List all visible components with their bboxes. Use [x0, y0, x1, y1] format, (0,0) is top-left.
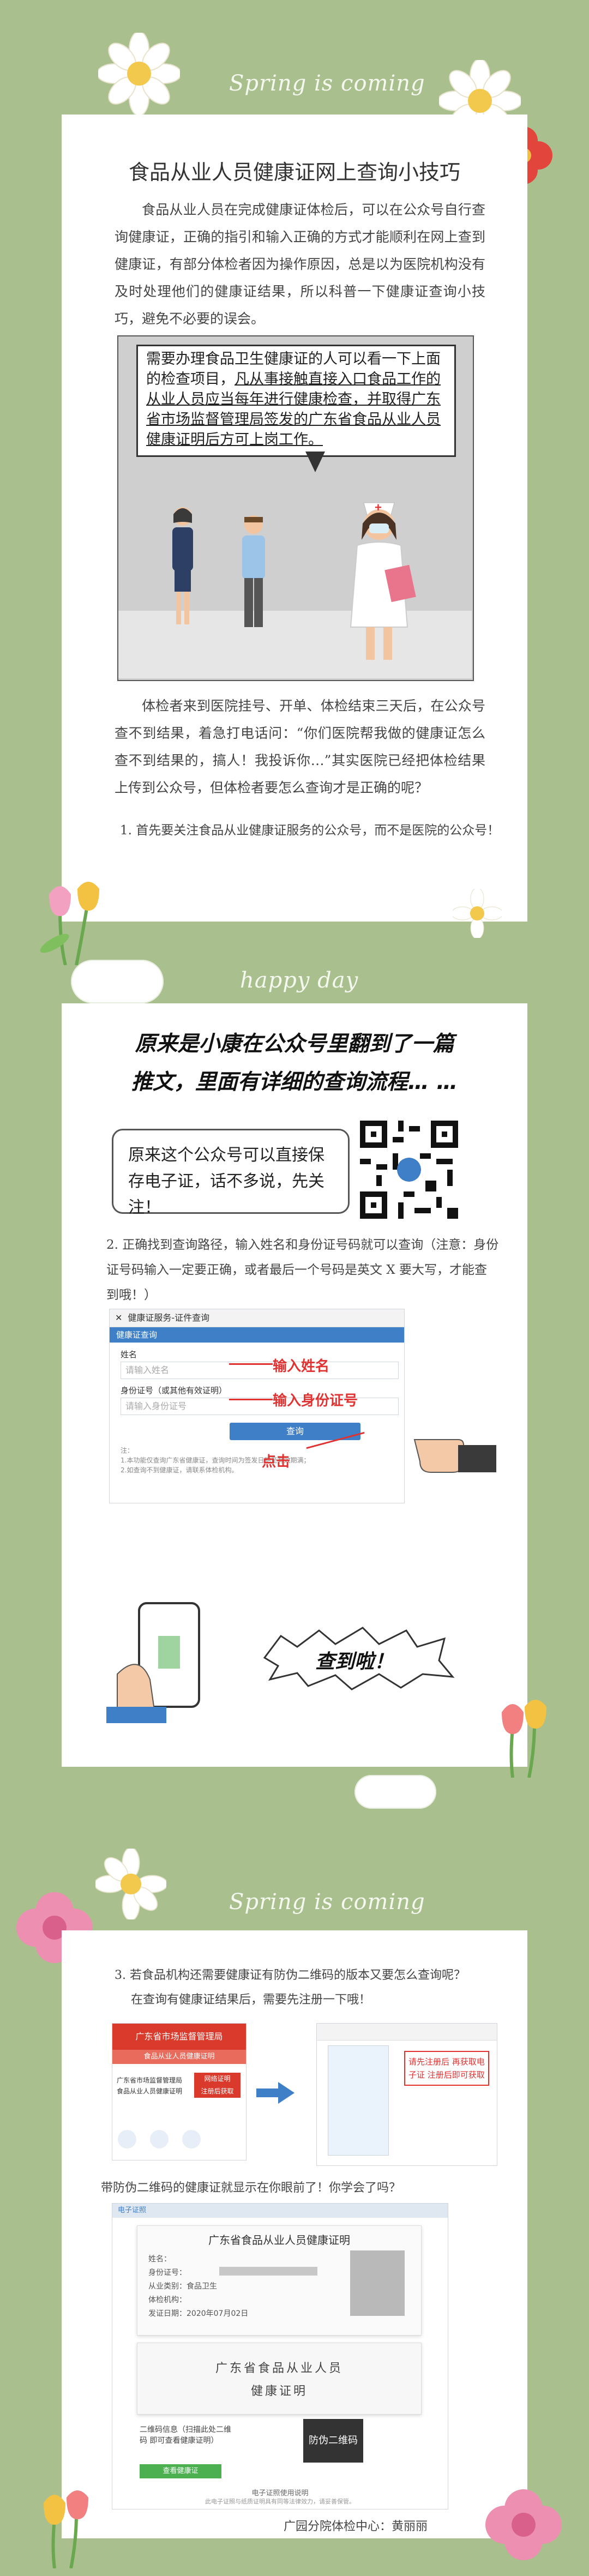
register-screenshot-left: 广东省市场监督管理局 食品从业人员健康证明 广东省市场监督管理局 食品从业人员健…	[112, 2023, 247, 2160]
annotation-arrow-id	[229, 1399, 273, 1400]
tulip-cluster-right	[480, 1696, 562, 1778]
qr-code[interactable]	[354, 1115, 464, 1224]
form-tab[interactable]: 健康证查询	[110, 1327, 404, 1343]
cert-row-3: 从业类别：食品卫生	[148, 2282, 217, 2291]
tulip-cluster-bottom-left	[22, 2487, 104, 2569]
step-3-line-2: 在查询有健康证结果后，需要先注册一下哦！	[131, 1993, 371, 2007]
cert-seal-card: 广东省食品从业人员 健康证明	[137, 2343, 422, 2415]
daisy-flower-top-left	[97, 31, 182, 116]
cert-card: 广东省食品从业人员健康证明 姓名： 身份证号： 从业类别：食品卫生 体检机构： …	[137, 2225, 422, 2336]
home-icon	[118, 2130, 136, 2148]
cert-row-1: 姓名：	[148, 2255, 171, 2264]
nurse-cap-cross: +	[375, 501, 382, 514]
summary-text: 带防伪二维码的健康证就显示在你眼前了！你学会了吗？	[101, 2181, 401, 2195]
certificate-screenshot: 电子证照 广东省食品从业人员健康证明 姓名： 身份证号： 从业类别：食品卫生 体…	[112, 2203, 448, 2509]
pointing-hand-icon	[409, 1418, 496, 1478]
paragraph-2: 体检者来到医院挂号、开单、体检结束三天后，在公众号查不到结果，着急打电话问：“你…	[115, 698, 485, 796]
intro-paragraph: 食品从业人员在完成健康证体检后，可以在公众号自行查询健康证，正确的指引和输入正确…	[115, 202, 485, 327]
banner-line-1: 原来是小康在公众号里翻到了一篇	[135, 1032, 454, 1056]
cert-row-5: 发证日期：2020年07月02日	[148, 2309, 249, 2318]
left-shot-icon-row	[118, 2130, 241, 2152]
cert-row-2: 身份证号：	[148, 2268, 187, 2277]
form-window-title-text: 健康证服务-证件查询	[128, 1313, 210, 1323]
step-3-line-1: 3. 若食品机构还需要健康证有防伪二维码的版本又要怎么查询呢？	[115, 1969, 466, 1982]
register-screenshot-right: 请先注册后 再获取电子证 注册后即可获取	[316, 2023, 497, 2166]
cert-title: 广东省食品从业人员健康证明	[208, 2234, 350, 2247]
annotation-id: 输入身份证号	[273, 1392, 358, 1409]
credit-text: 广园分院体检中心：黄丽丽	[284, 2520, 428, 2533]
banner-line-2: 推文，里面有详细的查询流程… …	[131, 1070, 458, 1094]
arrow-right-icon	[256, 2082, 294, 2104]
comic-speech-text: 需要办理食品卫生健康证的人可以看一下上面的检查项目，凡从事接触直接入口食品工作的…	[146, 349, 445, 450]
left-shot-red-button-line-1: 网络证明	[204, 2075, 231, 2083]
name-label: 姓名	[121, 1350, 137, 1359]
cert-footer-line-2: 此电子证照与纸质证明具有同等法律效力，请妥善保管。	[205, 2498, 355, 2505]
left-shot-line-2: 食品从业人员健康证明	[117, 2087, 183, 2095]
right-shot-note: 请先注册后 再获取电子证 注册后即可获取	[404, 2051, 489, 2086]
left-shot-line-1: 广东省市场监督管理局	[117, 2077, 183, 2084]
daisy-flower-section3	[94, 1847, 168, 1921]
menu-icon	[182, 2130, 201, 2148]
section2-script-text: happy day	[240, 968, 359, 993]
article-title: 食品从业人员健康证网上查询小技巧	[128, 160, 460, 184]
cloud-decoration-1	[71, 960, 164, 1003]
annotation-name: 输入姓名	[273, 1358, 330, 1374]
step-2-text: 2. 正确找到查询路径，输入姓名和身份证号码就可以查询（注意：身份证号码输入一定…	[106, 1238, 499, 1302]
nurse-figure: +	[335, 491, 423, 665]
profile-icon	[150, 2130, 169, 2148]
left-shot-red-button-line-2: 注册后获取	[201, 2087, 234, 2095]
left-shot-red-button[interactable]: 网络证明 注册后获取	[194, 2073, 241, 2098]
cert-row-4: 体检机构：	[148, 2296, 187, 2304]
id-label: 身份证号（或其他有效证明）	[121, 1386, 227, 1395]
daisy-small-right	[451, 887, 503, 940]
cert-stamp-text: 防伪二维码	[309, 2435, 358, 2446]
close-icon[interactable]: ✕	[115, 1313, 122, 1323]
cert-seal-line-2: 健康证明	[250, 2385, 308, 2398]
found-bubble: 查到啦！	[254, 1625, 455, 1690]
right-shot-topbar	[317, 2024, 497, 2041]
query-form-screenshot: ✕ 健康证服务-证件查询 健康证查询 姓名 请输入姓名 身份证号（或其他有效证明）…	[109, 1309, 405, 1503]
section3-script-text: Spring is coming	[229, 1889, 425, 1915]
step-1-text: 1. 首先要关注食品从业健康证服务的公众号，而不是医院的公众号！	[120, 823, 500, 838]
cert-green-button[interactable]: 查看健康证	[140, 2464, 221, 2478]
cert-seal-line-1: 广东省食品从业人员	[215, 2362, 343, 2375]
banner-box: 原来是小康在公众号里翻到了一篇 推文，里面有详细的查询流程… …	[82, 1025, 507, 1107]
header-script-text: Spring is coming	[229, 71, 425, 96]
woman-figure	[164, 504, 202, 630]
man-figure	[235, 513, 273, 630]
right-shot-phone	[328, 2045, 389, 2156]
form-notes: 注： 1.本功能仅查询广东省健康证，查询时间为签发日期至有效期满； 2.如查询不…	[121, 1447, 310, 1474]
pink-peony-bottom-right	[480, 2484, 567, 2566]
phone-hand-illustration	[106, 1598, 226, 1723]
speech-tail	[305, 452, 325, 472]
cert-photo-redacted	[350, 2250, 405, 2316]
annotation-arrow-name	[229, 1363, 273, 1365]
form-window-title: ✕ 健康证服务-证件查询	[110, 1309, 404, 1327]
cert-footer-line-1: 电子证照使用说明	[251, 2489, 309, 2497]
cloud-decoration-2	[354, 1775, 436, 1809]
follow-bubble-text: 原来这个公众号可以直接保存电子证，话不多说，先关注！	[128, 1146, 324, 1217]
left-shot-header: 广东省市场监督管理局	[112, 2024, 246, 2050]
tulip-cluster-left	[27, 878, 120, 966]
cert-top-tab: 电子证照	[112, 2204, 448, 2218]
cert-redaction-bar	[219, 2267, 317, 2276]
found-bubble-text: 查到啦！	[315, 1650, 394, 1672]
cert-qr-caption: 二维码信息（扫描此处二维码 即可查看健康证明）	[140, 2425, 231, 2445]
annotation-click: 点击	[262, 1453, 291, 1470]
left-shot-sub: 食品从业人员健康证明	[112, 2050, 246, 2064]
cert-stamp: 防伪二维码	[303, 2419, 363, 2463]
